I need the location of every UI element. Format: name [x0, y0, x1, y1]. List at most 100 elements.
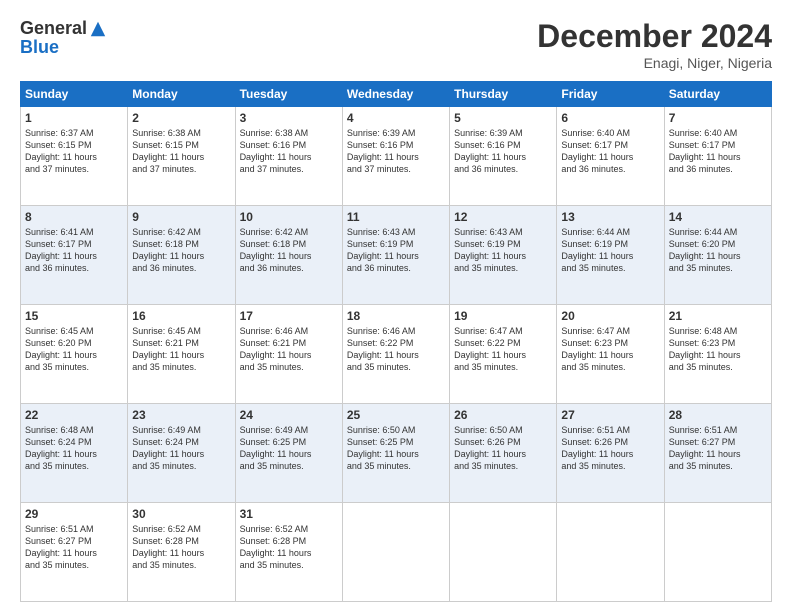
day-number: 30	[132, 507, 230, 521]
calendar-cell: 3 Sunrise: 6:38 AMSunset: 6:16 PMDaylight…	[235, 107, 342, 206]
cell-text: Sunrise: 6:51 AMSunset: 6:27 PMDaylight:…	[669, 425, 741, 471]
cell-text: Sunrise: 6:51 AMSunset: 6:26 PMDaylight:…	[561, 425, 633, 471]
logo-icon	[89, 20, 107, 38]
header: General Blue December 2024 Enagi, Niger,…	[20, 18, 772, 71]
cell-text: Sunrise: 6:52 AMSunset: 6:28 PMDaylight:…	[132, 524, 204, 570]
calendar-cell	[450, 503, 557, 602]
cell-text: Sunrise: 6:43 AMSunset: 6:19 PMDaylight:…	[454, 227, 526, 273]
calendar: SundayMondayTuesdayWednesdayThursdayFrid…	[20, 81, 772, 602]
calendar-cell: 2Sunrise: 6:38 AMSunset: 6:15 PMDaylight…	[128, 107, 235, 206]
calendar-header-monday: Monday	[128, 82, 235, 107]
calendar-week-1: 1 Sunrise: 6:37 AMSunset: 6:15 PMDaylight…	[21, 107, 772, 206]
cell-text: Sunrise: 6:46 AMSunset: 6:21 PMDaylight:…	[240, 326, 312, 372]
calendar-week-2: 8Sunrise: 6:41 AMSunset: 6:17 PMDaylight…	[21, 206, 772, 305]
cell-text: Sunrise: 6:45 AMSunset: 6:20 PMDaylight:…	[25, 326, 97, 372]
day-number: 26	[454, 408, 552, 422]
day-number: 9	[132, 210, 230, 224]
title-block: December 2024 Enagi, Niger, Nigeria	[537, 18, 772, 71]
calendar-cell: 28 Sunrise: 6:51 AMSunset: 6:27 PMDayligh…	[664, 404, 771, 503]
day-number: 31	[240, 507, 338, 521]
month-title: December 2024	[537, 18, 772, 55]
calendar-week-4: 22 Sunrise: 6:48 AMSunset: 6:24 PMDayligh…	[21, 404, 772, 503]
calendar-header-thursday: Thursday	[450, 82, 557, 107]
cell-text: Sunrise: 6:48 AMSunset: 6:23 PMDaylight:…	[669, 326, 741, 372]
calendar-cell: 17 Sunrise: 6:46 AMSunset: 6:21 PMDayligh…	[235, 305, 342, 404]
calendar-cell: 16 Sunrise: 6:45 AMSunset: 6:21 PMDayligh…	[128, 305, 235, 404]
cell-text: Sunrise: 6:46 AMSunset: 6:22 PMDaylight:…	[347, 326, 419, 372]
cell-text: Sunrise: 6:44 AMSunset: 6:19 PMDaylight:…	[561, 227, 633, 273]
cell-text: Sunrise: 6:49 AMSunset: 6:25 PMDaylight:…	[240, 425, 312, 471]
cell-text: Sunrise: 6:49 AMSunset: 6:24 PMDaylight:…	[132, 425, 204, 471]
day-number: 15	[25, 309, 123, 323]
calendar-cell: 1 Sunrise: 6:37 AMSunset: 6:15 PMDaylight…	[21, 107, 128, 206]
day-number: 19	[454, 309, 552, 323]
calendar-cell: 30 Sunrise: 6:52 AMSunset: 6:28 PMDayligh…	[128, 503, 235, 602]
day-number: 12	[454, 210, 552, 224]
cell-text: Sunrise: 6:47 AMSunset: 6:22 PMDaylight:…	[454, 326, 526, 372]
calendar-header-friday: Friday	[557, 82, 664, 107]
calendar-cell: 12 Sunrise: 6:43 AMSunset: 6:19 PMDayligh…	[450, 206, 557, 305]
calendar-header-sunday: Sunday	[21, 82, 128, 107]
cell-text: Sunrise: 6:47 AMSunset: 6:23 PMDaylight:…	[561, 326, 633, 372]
day-number: 3	[240, 111, 338, 125]
calendar-cell: 27Sunrise: 6:51 AMSunset: 6:26 PMDayligh…	[557, 404, 664, 503]
calendar-cell: 8Sunrise: 6:41 AMSunset: 6:17 PMDaylight…	[21, 206, 128, 305]
day-number: 21	[669, 309, 767, 323]
cell-text: Sunrise: 6:38 AMSunset: 6:15 PMDaylight:…	[132, 128, 204, 174]
day-number: 23	[132, 408, 230, 422]
calendar-header-row: SundayMondayTuesdayWednesdayThursdayFrid…	[21, 82, 772, 107]
day-number: 25	[347, 408, 445, 422]
cell-text: Sunrise: 6:50 AMSunset: 6:25 PMDaylight:…	[347, 425, 419, 471]
calendar-header-wednesday: Wednesday	[342, 82, 449, 107]
calendar-cell: 6 Sunrise: 6:40 AMSunset: 6:17 PMDaylight…	[557, 107, 664, 206]
calendar-cell: 18 Sunrise: 6:46 AMSunset: 6:22 PMDayligh…	[342, 305, 449, 404]
cell-text: Sunrise: 6:40 AMSunset: 6:17 PMDaylight:…	[669, 128, 741, 174]
calendar-cell: 10 Sunrise: 6:42 AMSunset: 6:18 PMDayligh…	[235, 206, 342, 305]
calendar-header-saturday: Saturday	[664, 82, 771, 107]
calendar-cell: 31 Sunrise: 6:52 AMSunset: 6:28 PMDayligh…	[235, 503, 342, 602]
cell-text: Sunrise: 6:48 AMSunset: 6:24 PMDaylight:…	[25, 425, 97, 471]
cell-text: Sunrise: 6:38 AMSunset: 6:16 PMDaylight:…	[240, 128, 312, 174]
cell-text: Sunrise: 6:42 AMSunset: 6:18 PMDaylight:…	[240, 227, 312, 273]
calendar-cell: 7Sunrise: 6:40 AMSunset: 6:17 PMDaylight…	[664, 107, 771, 206]
cell-text: Sunrise: 6:37 AMSunset: 6:15 PMDaylight:…	[25, 128, 97, 174]
calendar-header-tuesday: Tuesday	[235, 82, 342, 107]
calendar-cell: 11Sunrise: 6:43 AMSunset: 6:19 PMDayligh…	[342, 206, 449, 305]
calendar-cell: 23 Sunrise: 6:49 AMSunset: 6:24 PMDayligh…	[128, 404, 235, 503]
page: General Blue December 2024 Enagi, Niger,…	[0, 0, 792, 612]
cell-text: Sunrise: 6:40 AMSunset: 6:17 PMDaylight:…	[561, 128, 633, 174]
logo-general: General	[20, 18, 87, 39]
calendar-cell: 24 Sunrise: 6:49 AMSunset: 6:25 PMDayligh…	[235, 404, 342, 503]
calendar-week-3: 15 Sunrise: 6:45 AMSunset: 6:20 PMDayligh…	[21, 305, 772, 404]
day-number: 6	[561, 111, 659, 125]
calendar-cell	[342, 503, 449, 602]
calendar-cell: 14 Sunrise: 6:44 AMSunset: 6:20 PMDayligh…	[664, 206, 771, 305]
day-number: 18	[347, 309, 445, 323]
day-number: 5	[454, 111, 552, 125]
calendar-cell: 19 Sunrise: 6:47 AMSunset: 6:22 PMDayligh…	[450, 305, 557, 404]
calendar-cell	[557, 503, 664, 602]
calendar-cell: 20 Sunrise: 6:47 AMSunset: 6:23 PMDayligh…	[557, 305, 664, 404]
calendar-cell: 21 Sunrise: 6:48 AMSunset: 6:23 PMDayligh…	[664, 305, 771, 404]
cell-text: Sunrise: 6:51 AMSunset: 6:27 PMDaylight:…	[25, 524, 97, 570]
day-number: 11	[347, 210, 445, 224]
calendar-cell: 15 Sunrise: 6:45 AMSunset: 6:20 PMDayligh…	[21, 305, 128, 404]
logo-blue: Blue	[20, 37, 59, 57]
day-number: 8	[25, 210, 123, 224]
day-number: 14	[669, 210, 767, 224]
cell-text: Sunrise: 6:50 AMSunset: 6:26 PMDaylight:…	[454, 425, 526, 471]
day-number: 24	[240, 408, 338, 422]
day-number: 16	[132, 309, 230, 323]
day-number: 28	[669, 408, 767, 422]
calendar-cell: 4Sunrise: 6:39 AMSunset: 6:16 PMDaylight…	[342, 107, 449, 206]
day-number: 10	[240, 210, 338, 224]
day-number: 22	[25, 408, 123, 422]
day-number: 17	[240, 309, 338, 323]
day-number: 20	[561, 309, 659, 323]
day-number: 1	[25, 111, 123, 125]
day-number: 13	[561, 210, 659, 224]
cell-text: Sunrise: 6:39 AMSunset: 6:16 PMDaylight:…	[347, 128, 419, 174]
cell-text: Sunrise: 6:44 AMSunset: 6:20 PMDaylight:…	[669, 227, 741, 273]
cell-text: Sunrise: 6:52 AMSunset: 6:28 PMDaylight:…	[240, 524, 312, 570]
cell-text: Sunrise: 6:45 AMSunset: 6:21 PMDaylight:…	[132, 326, 204, 372]
